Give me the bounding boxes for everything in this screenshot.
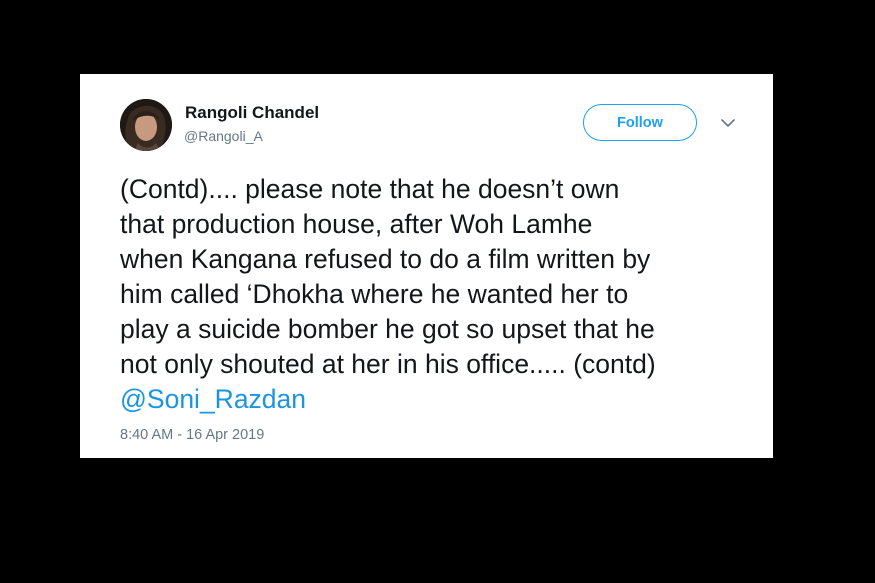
tweet-text-line: that production house, after Woh Lamhe xyxy=(120,209,593,239)
tweet-timestamp[interactable]: 8:40 AM - 16 Apr 2019 xyxy=(120,427,264,443)
author-display-name[interactable]: Rangoli Chandel xyxy=(185,103,319,123)
tweet-text-line: (Contd).... please note that he doesn’t … xyxy=(120,174,620,204)
chevron-down-icon[interactable] xyxy=(720,116,736,128)
profile-photo-icon xyxy=(120,99,172,151)
tweet-text: (Contd).... please note that he doesn’t … xyxy=(120,172,765,417)
avatar[interactable] xyxy=(120,99,172,151)
tweet-text-line: play a suicide bomber he got so upset th… xyxy=(120,314,655,344)
follow-button[interactable]: Follow xyxy=(583,104,697,141)
tweet-text-line: him called ‘Dhokha where he wanted her t… xyxy=(120,279,629,309)
mention-link[interactable]: @Soni_Razdan xyxy=(120,382,765,417)
tweet-card: Rangoli Chandel @Rangoli_A Follow (Contd… xyxy=(80,74,773,458)
tweet-text-line: not only shouted at her in his office...… xyxy=(120,349,656,379)
tweet-text-line: when Kangana refused to do a film writte… xyxy=(120,244,651,274)
author-handle[interactable]: @Rangoli_A xyxy=(184,128,263,144)
